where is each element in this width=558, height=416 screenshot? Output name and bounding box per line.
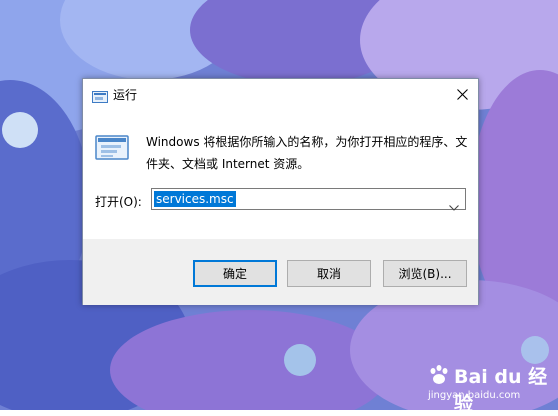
browse-button[interactable]: 浏览(B)...: [383, 260, 467, 287]
dialog-content: Windows 将根据你所输入的名称，为你打开相应的程序、文件夹、文档或 Int…: [83, 109, 478, 239]
close-icon: [456, 88, 468, 100]
baidu-watermark: Bai du 经验 jingyan.baidu.com: [428, 360, 552, 415]
open-label: 打开(O):: [95, 195, 142, 209]
paw-icon: [430, 365, 448, 384]
chevron-down-icon[interactable]: [449, 196, 459, 215]
watermark-brand: Bai du 经验: [454, 366, 548, 415]
open-combobox[interactable]: services.msc: [151, 188, 466, 211]
run-dialog: 运行 Windows 将根据你所输入的名称，为你打开相应的程序、文件夹、文档或 …: [82, 78, 479, 305]
ok-button[interactable]: 确定: [193, 260, 277, 287]
title-bar[interactable]: 运行: [83, 79, 478, 109]
watermark-url: jingyan.baidu.com: [428, 390, 521, 401]
run-app-icon: [95, 133, 129, 165]
dialog-footer: 确定 取消 浏览(B)...: [83, 239, 478, 305]
close-button[interactable]: [446, 79, 478, 109]
cancel-button[interactable]: 取消: [287, 260, 371, 287]
description-text: Windows 将根据你所输入的名称，为你打开相应的程序、文件夹、文档或 Int…: [146, 135, 468, 171]
dialog-title: 运行: [113, 88, 138, 102]
run-icon: [92, 88, 108, 107]
open-input[interactable]: services.msc: [154, 191, 236, 207]
